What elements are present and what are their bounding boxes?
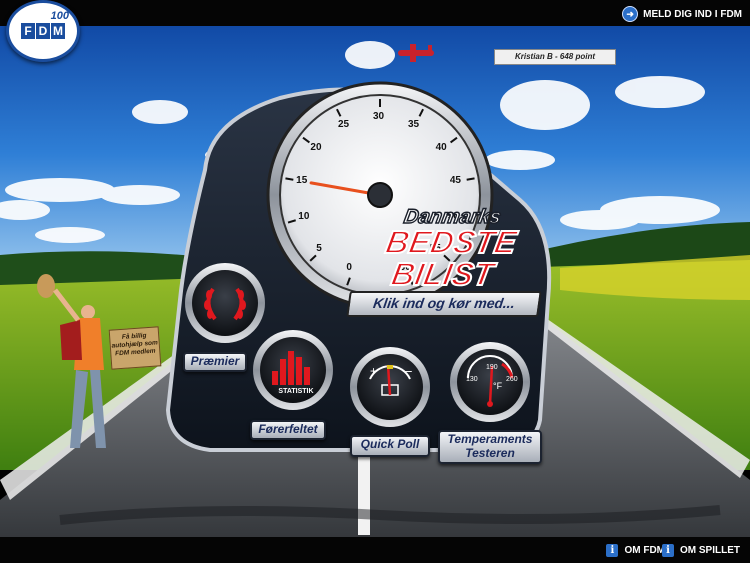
about-game-label: OM SPILLET	[680, 545, 740, 556]
info-icon: i	[662, 544, 674, 557]
logo-year: 100	[50, 10, 69, 22]
title-line-2: BEDSTE	[383, 224, 521, 260]
button-label-line: Temperaments	[447, 432, 533, 446]
quick-poll-button[interactable]: Quick Poll	[350, 435, 430, 457]
login-link[interactable]: ➜ MELD DIG IND I FDM	[622, 6, 742, 22]
svg-text:+: +	[370, 364, 377, 378]
speed-tick-label: 45	[449, 175, 461, 187]
button-label-line: Testeren	[465, 446, 515, 460]
start-game-button[interactable]: Klik ind og kør med...	[346, 291, 542, 317]
temp-unit-label: °F	[493, 381, 503, 391]
speed-tick-label: 40	[435, 142, 447, 154]
title-line-3: BILIST	[389, 256, 499, 292]
praemier-button[interactable]: Præmier	[183, 352, 247, 372]
speed-tick-label: 0	[346, 262, 352, 274]
roadside-sign: Få billig autohjælp som FDM medlem	[108, 326, 162, 370]
speed-tick-label: 10	[298, 211, 310, 223]
info-icon: i	[606, 544, 619, 557]
speed-tick-mark	[285, 177, 294, 181]
bar-chart-icon[interactable]	[268, 345, 318, 390]
game-title[interactable]: Danmarks BEDSTE BILIST	[355, 203, 555, 293]
fdm-logo[interactable]: 100 F D M	[6, 0, 80, 62]
speed-tick-label: 15	[296, 175, 308, 187]
logo-letters: F D M	[21, 23, 65, 39]
temp-scale-label: 130	[466, 376, 478, 383]
about-fdm-link[interactable]: i OM FDM	[606, 544, 665, 557]
about-fdm-label: OM FDM	[624, 545, 665, 556]
login-arrow-icon: ➜	[622, 6, 639, 22]
player-score-box: Kristian B - 648 point	[494, 49, 616, 65]
statistik-label: STATISTIK	[278, 388, 314, 395]
speed-tick-label: 35	[408, 119, 420, 131]
game-stage: 100 F D M ➜ MELD DIG IND I FDM Kristian …	[0, 0, 750, 563]
temperaments-testeren-button[interactable]: Temperaments Testeren	[438, 430, 542, 464]
battery-gauge-icon[interactable]: + –	[360, 357, 420, 417]
logo-letter: M	[51, 23, 65, 39]
speed-tick-label: 5	[316, 242, 322, 254]
speed-tick-label: 20	[310, 142, 322, 154]
about-game-link[interactable]: i OM SPILLET	[662, 544, 740, 557]
speed-tick-label: 25	[337, 119, 350, 131]
forerfeltet-button[interactable]: Førerfeltet	[250, 420, 326, 440]
svg-text:–: –	[404, 362, 412, 378]
login-label: MELD DIG IND I FDM	[643, 8, 742, 20]
logo-letter: D	[36, 23, 50, 39]
temp-scale-label: 260	[506, 376, 518, 383]
speed-tick-label: 30	[373, 111, 385, 122]
speed-tick-mark	[466, 177, 475, 181]
temp-scale-label: 190	[486, 364, 498, 371]
logo-letter: F	[21, 23, 35, 39]
laurel-wreath-icon[interactable]	[195, 273, 255, 333]
